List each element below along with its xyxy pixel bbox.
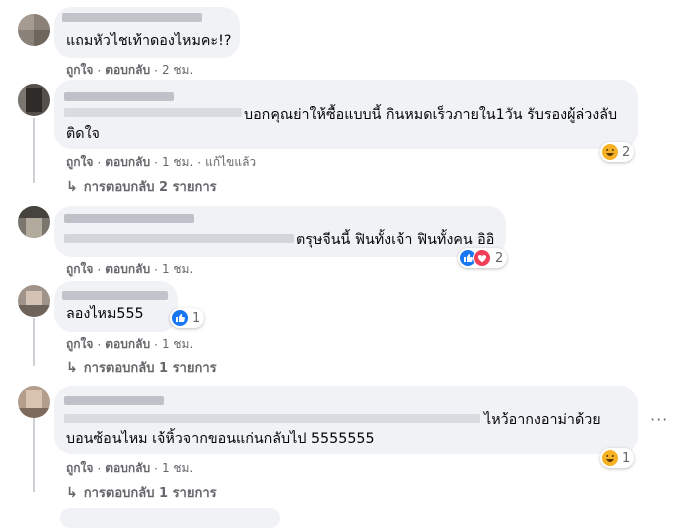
- like-link[interactable]: ถูกใจ: [66, 335, 93, 354]
- comment-text: ตรุษจีนนี้ ฟินทั้งเจ้า ฟินทั้งคน อิอิ: [296, 232, 495, 248]
- like-link[interactable]: ถูกใจ: [66, 260, 93, 279]
- timestamp[interactable]: 2 ชม.: [162, 61, 193, 80]
- haha-emoji-icon: [602, 144, 618, 160]
- comment-text: ลองไหม555: [66, 306, 144, 322]
- comment-bubble: [60, 508, 280, 528]
- comment-bubble: บอกคุณย่าให้ซื้อแบบนี้ กินหมดเร็วภายใน1ว…: [54, 80, 638, 149]
- reply-link[interactable]: ตอบกลับ: [105, 260, 150, 279]
- comment-actions: ถูกใจ · ตอบกลับ · 2 ชม.: [66, 61, 193, 80]
- view-replies-link[interactable]: ↳ การตอบกลับ 2 รายการ: [66, 176, 217, 197]
- reply-arrow-icon: ↳: [66, 484, 78, 501]
- reaction-summary[interactable]: 2: [458, 248, 508, 268]
- replies-count: การตอบกลับ 1 รายการ: [83, 486, 217, 501]
- view-replies-link[interactable]: ↳ การตอบกลับ 1 รายการ: [66, 357, 217, 378]
- commenter-name[interactable]: [64, 396, 164, 405]
- comment-text: แถมหัวไชเท้าดองไหมคะ!?: [66, 33, 232, 49]
- reaction-count: 1: [622, 450, 631, 466]
- avatar[interactable]: [18, 206, 50, 238]
- comment-bubble: ตรุษจีนนี้ ฟินทั้งเจ้า ฟินทั้งคน อิอิ: [54, 206, 506, 257]
- timestamp[interactable]: 1 ชม.: [162, 459, 193, 478]
- replies-count: การตอบกลับ 2 รายการ: [83, 180, 217, 195]
- reply-link[interactable]: ตอบกลับ: [105, 153, 150, 172]
- reply-link[interactable]: ตอบกลับ: [105, 61, 150, 80]
- comment-actions: ถูกใจ · ตอบกลับ · 1 ชม.: [66, 459, 193, 478]
- reaction-count: 2: [622, 144, 631, 160]
- thread-line: [33, 418, 35, 492]
- comment-text: บอกคุณย่าให้ซื้อแบบนี้ กินหมดเร็วภายใน1ว…: [244, 107, 618, 123]
- comment-actions: ถูกใจ · ตอบกลับ · 1 ชม. · แก้ไขแล้ว: [66, 153, 256, 172]
- comment-text: ติดใจ: [66, 126, 100, 142]
- timestamp[interactable]: 1 ชม.: [162, 335, 193, 354]
- comment-text: ไหว้อากงอาม่าด้วย: [484, 412, 601, 428]
- commenter-name[interactable]: [62, 13, 202, 22]
- thread-line: [33, 318, 35, 366]
- like-link[interactable]: ถูกใจ: [66, 153, 93, 172]
- comment-bubble: แถมหัวไชเท้าดองไหมคะ!?: [54, 7, 240, 58]
- thread-line: [33, 118, 35, 183]
- reply-arrow-icon: ↳: [66, 359, 78, 376]
- avatar[interactable]: [18, 386, 50, 418]
- commenter-name[interactable]: [64, 92, 174, 101]
- reaction-summary[interactable]: 2: [600, 142, 635, 162]
- haha-emoji-icon: [602, 450, 618, 466]
- like-link[interactable]: ถูกใจ: [66, 459, 93, 478]
- love-reaction-icon: [473, 249, 491, 267]
- reaction-summary[interactable]: 1: [170, 308, 205, 328]
- like-reaction-icon: [172, 310, 188, 326]
- view-replies-link[interactable]: ↳ การตอบกลับ 1 รายการ: [66, 482, 217, 503]
- comment-bubble: ไหว้อากงอาม่าด้วย บอนซ้อนไหม เจ้หิ้วจากข…: [54, 386, 638, 454]
- replies-count: การตอบกลับ 1 รายการ: [83, 361, 217, 376]
- reply-arrow-icon: ↳: [66, 178, 78, 195]
- comment-actions: ถูกใจ · ตอบกลับ · 1 ชม.: [66, 335, 193, 354]
- more-options-icon[interactable]: ···: [650, 410, 668, 429]
- timestamp[interactable]: 1 ชม.: [162, 153, 193, 172]
- comment-bubble: ลองไหม555: [54, 281, 178, 332]
- commenter-name[interactable]: [64, 214, 194, 223]
- like-link[interactable]: ถูกใจ: [66, 61, 93, 80]
- commenter-name[interactable]: [62, 291, 168, 300]
- reply-link[interactable]: ตอบกลับ: [105, 459, 150, 478]
- reaction-count: 2: [495, 250, 504, 266]
- avatar[interactable]: [18, 14, 50, 46]
- reply-link[interactable]: ตอบกลับ: [105, 335, 150, 354]
- reaction-count: 1: [192, 310, 201, 326]
- blurred-text: [64, 234, 294, 243]
- blurred-text: [64, 414, 480, 423]
- avatar[interactable]: [18, 84, 50, 116]
- avatar[interactable]: [18, 285, 50, 317]
- comment-text: บอนซ้อนไหม เจ้หิ้วจากขอนแก่นกลับไป 55555…: [66, 431, 375, 447]
- blurred-text: [64, 108, 242, 117]
- edited-label: แก้ไขแล้ว: [205, 155, 257, 169]
- timestamp[interactable]: 1 ชม.: [162, 260, 193, 279]
- reaction-summary[interactable]: 1: [600, 448, 635, 468]
- comment-actions: ถูกใจ · ตอบกลับ · 1 ชม.: [66, 260, 193, 279]
